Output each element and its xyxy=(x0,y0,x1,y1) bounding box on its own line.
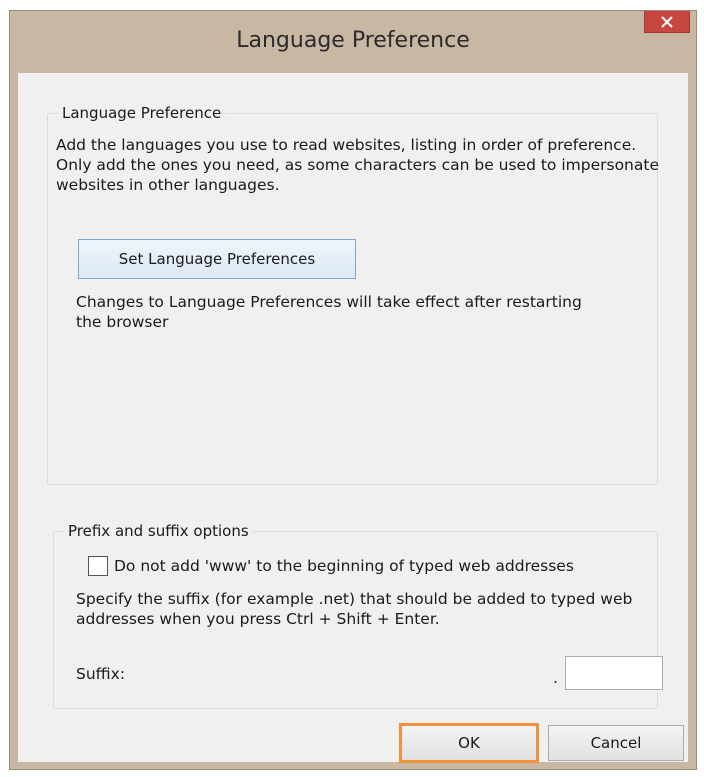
cancel-button[interactable]: Cancel xyxy=(548,725,684,761)
suffix-dot: . xyxy=(553,669,558,687)
suffix-input[interactable] xyxy=(565,656,663,690)
suffix-description: Specify the suffix (for example .net) th… xyxy=(76,590,633,628)
close-icon xyxy=(661,15,673,28)
no-www-checkbox-label[interactable]: Do not add 'www' to the beginning of typ… xyxy=(114,556,674,576)
prefix-group-legend: Prefix and suffix options xyxy=(64,522,253,540)
set-language-preferences-button[interactable]: Set Language Preferences xyxy=(78,239,356,279)
language-description: Add the languages you use to read websit… xyxy=(56,136,659,194)
no-www-checkbox[interactable] xyxy=(88,556,108,576)
window-title: Language Preference xyxy=(236,28,470,53)
dialog-window: Language Preference Language Preference … xyxy=(9,10,697,770)
language-group-legend: Language Preference xyxy=(58,104,226,122)
language-restart-note: Changes to Language Preferences will tak… xyxy=(76,293,582,331)
title-bar[interactable]: Language Preference xyxy=(10,11,696,73)
ok-button[interactable]: OK xyxy=(401,725,537,761)
suffix-label: Suffix: xyxy=(76,665,126,683)
dialog-body: Language Preference Add the languages yo… xyxy=(18,73,688,763)
close-button[interactable] xyxy=(644,11,690,33)
